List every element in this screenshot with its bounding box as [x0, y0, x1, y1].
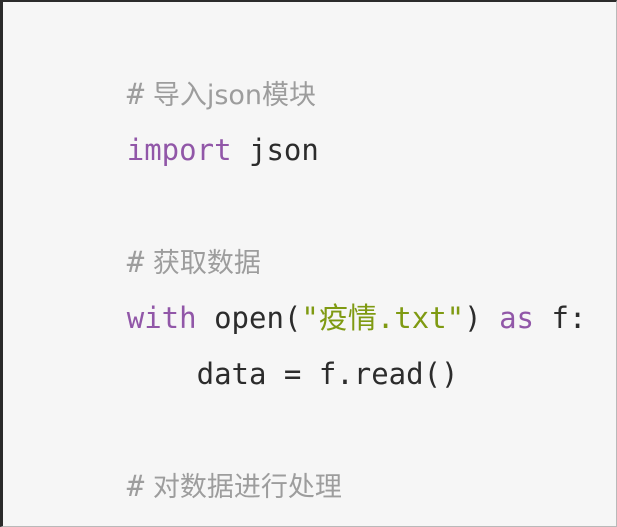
comment-hash-icon: # [126, 469, 145, 503]
plain-token: json [231, 133, 319, 167]
keyword-token: as [499, 301, 534, 335]
plain-token: data = f.read() [126, 357, 459, 391]
code-editor-block[interactable]: # 导入json模块 import json # 获取数据 with open(… [3, 2, 616, 526]
code-snippet-image: # 导入json模块 import json # 获取数据 with open(… [0, 0, 617, 527]
plain-token: open( [196, 301, 302, 335]
keyword-token: import [126, 133, 232, 167]
comment-hash-icon: # [126, 77, 145, 111]
keyword-token: with [126, 301, 197, 335]
plain-token: f: [533, 301, 587, 335]
comment-token: # 导入json模块 [126, 77, 317, 111]
code-line-1: # 导入json模块 [3, 10, 616, 111]
comment-hash-icon: # [126, 245, 145, 279]
comment-token: # 获取数据 [126, 245, 261, 279]
comment-token: # 对数据进行处理 [126, 469, 342, 503]
plain-token: ) [464, 301, 500, 335]
string-token: "疫情.txt" [301, 301, 465, 335]
